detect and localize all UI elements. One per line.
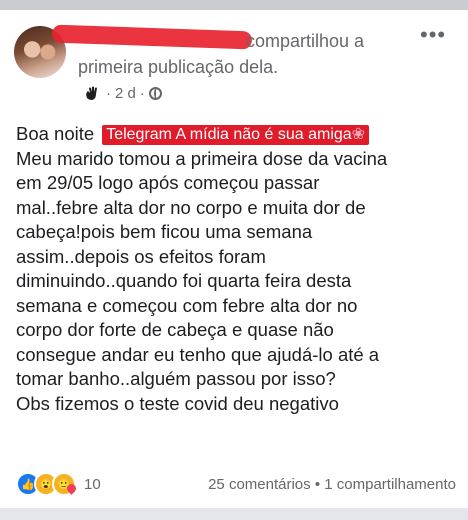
post-line: tomar banho..alguém passou por isso? — [16, 368, 336, 389]
top-divider — [0, 0, 468, 10]
post-line: mal..febre alta dor no corpo e muita dor… — [16, 196, 366, 218]
post-footer: 👍 😮 🙂 10 25 comentários • 1 compartilham… — [16, 470, 456, 498]
care-icon: 🙂 — [52, 472, 76, 496]
waving-hand-icon — [82, 83, 102, 103]
comments-count[interactable]: 25 comentários — [208, 476, 311, 493]
greeting: Boa noite — [16, 123, 95, 144]
shares-count[interactable]: 1 compartilhamento — [324, 476, 456, 493]
post-body: Boa noite Telegram A mídia não é sua amig… — [16, 122, 460, 416]
post-line: diminuindo..quando foi quarta feira dest… — [16, 270, 352, 291]
post-line: em 29/05 logo após começou passar — [16, 172, 320, 193]
post-line: Obs fizemos o teste covid deu negativo — [16, 392, 339, 414]
post-line-0: Boa noite Telegram A mídia não é sua amig… — [16, 122, 460, 147]
post-meta: · 2 d · — [82, 82, 162, 104]
reaction-count[interactable]: 10 — [84, 476, 101, 493]
post-line: corpo dor forte de cabeça e quase não — [16, 319, 334, 340]
meta-separator-2: · — [139, 84, 145, 102]
globe-icon[interactable] — [148, 86, 162, 100]
bottom-divider — [0, 508, 468, 520]
post-line: consegue andar eu tenho que ajudá-lo até… — [16, 343, 380, 365]
more-horizontal-icon[interactable]: ••• — [420, 22, 446, 48]
stats-dot: • — [314, 475, 321, 493]
post-line: semana e começou com febre alta dor no — [16, 294, 358, 316]
shared-text-line2: primeira publicação dela. — [78, 57, 279, 77]
post-stats: 25 comentários • 1 compartilhamento — [208, 476, 456, 493]
brain-icon: ❀ — [351, 126, 366, 143]
post-header: compartilhou a primeira publicação dela. — [78, 28, 398, 80]
telegram-banner: Telegram A mídia não é sua amiga❀ — [102, 125, 370, 145]
shared-text-line1: compartilhou a — [246, 31, 365, 51]
reactions-summary[interactable]: 👍 😮 🙂 10 — [16, 472, 101, 496]
post-line: Meu marido tomou a primeira dose da vaci… — [16, 147, 388, 169]
meta-separator: · — [106, 84, 111, 102]
post-line: cabeça!pois bem ficou uma semana — [16, 221, 313, 242]
banner-text: Telegram A mídia não é sua amiga — [106, 126, 352, 143]
post-line: assim..depois os efeitos foram — [16, 245, 266, 267]
post-time[interactable]: 2 d — [115, 85, 136, 102]
